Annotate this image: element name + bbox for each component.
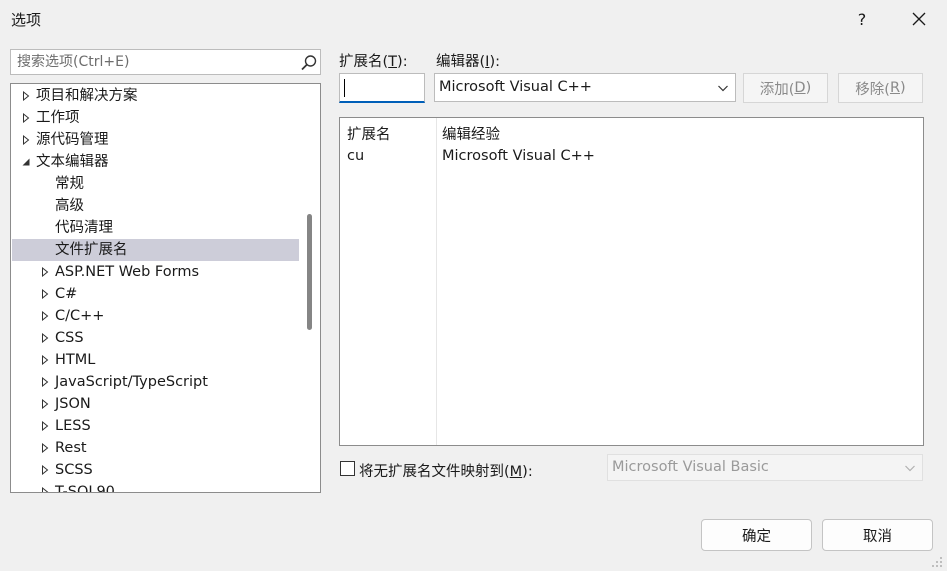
collapsed-triangle-icon[interactable] <box>38 459 52 481</box>
tree-item-label: 项目和解决方案 <box>36 88 138 104</box>
cancel-button[interactable]: 取消 <box>822 519 933 551</box>
tree-item-label: HTML <box>55 352 96 368</box>
collapsed-triangle-icon[interactable] <box>38 349 52 371</box>
tree-item[interactable]: 项目和解决方案 <box>12 85 299 107</box>
collapsed-triangle-icon[interactable] <box>19 129 33 151</box>
collapsed-triangle-icon[interactable] <box>38 327 52 349</box>
tree-item[interactable]: 文件扩展名 <box>12 239 299 261</box>
collapsed-triangle-icon[interactable] <box>19 85 33 107</box>
tree-item[interactable]: T-SQL90 <box>12 481 299 493</box>
expanded-triangle-icon[interactable] <box>19 151 33 173</box>
list-item-editor[interactable]: Microsoft Visual C++ <box>442 148 595 164</box>
tree-item-label: LESS <box>55 418 91 434</box>
map-extensionless-label[interactable]: 将无扩展名文件映射到(M): <box>359 460 533 481</box>
tree-item-label: 高级 <box>55 198 84 214</box>
tree-item[interactable]: JavaScript/TypeScript <box>12 371 299 393</box>
tree-item-label: JavaScript/TypeScript <box>55 374 208 390</box>
tree-item[interactable]: JSON <box>12 393 299 415</box>
extension-input[interactable] <box>339 73 425 103</box>
chevron-down-icon <box>905 465 915 472</box>
add-button[interactable]: 添加(D) <box>743 73 828 103</box>
editor-label: 编辑器(I): <box>436 54 500 70</box>
collapsed-triangle-icon[interactable] <box>38 261 52 283</box>
collapsed-triangle-icon[interactable] <box>38 481 52 492</box>
tree-item[interactable]: Rest <box>12 437 299 459</box>
collapsed-triangle-icon[interactable] <box>38 283 52 305</box>
column-divider <box>436 118 437 445</box>
tree-item-label: C# <box>55 286 78 302</box>
tree-item-label: 文件扩展名 <box>55 242 128 258</box>
window-title: 选项 <box>11 11 42 29</box>
text-caret <box>344 79 345 97</box>
list-item-extension[interactable]: cu <box>347 148 364 164</box>
tree-item[interactable]: 文本编辑器 <box>12 151 299 173</box>
tree-scrollbar-thumb[interactable] <box>307 214 312 330</box>
tree-item-label: 代码清理 <box>55 220 113 236</box>
close-button[interactable] <box>902 5 936 33</box>
tree-item-label: CSS <box>55 330 84 346</box>
collapsed-triangle-icon[interactable] <box>38 305 52 327</box>
resize-grip-icon[interactable] <box>930 555 944 569</box>
tree-item-label: C/C++ <box>55 308 105 324</box>
ok-button[interactable]: 确定 <box>701 519 812 551</box>
remove-button[interactable]: 移除(R) <box>838 73 923 103</box>
tree-item[interactable]: ASP.NET Web Forms <box>12 261 299 283</box>
collapsed-triangle-icon[interactable] <box>38 437 52 459</box>
collapsed-triangle-icon[interactable] <box>19 107 33 129</box>
collapsed-triangle-icon[interactable] <box>38 415 52 437</box>
tree-item[interactable]: 高级 <box>12 195 299 217</box>
editor-select[interactable]: Microsoft Visual C++ <box>434 73 736 102</box>
tree-item[interactable]: 源代码管理 <box>12 129 299 151</box>
extensionless-editor-value: Microsoft Visual Basic <box>612 459 769 475</box>
tree-item-label: Rest <box>55 440 87 456</box>
tree-item[interactable]: 工作项 <box>12 107 299 129</box>
tree-item-label: 源代码管理 <box>36 132 109 148</box>
search-icon[interactable] <box>300 54 318 72</box>
search-input[interactable] <box>11 50 291 74</box>
tree-item-label: 文本编辑器 <box>36 154 109 170</box>
title-bar: 选项 ? <box>0 0 947 38</box>
tree-item[interactable]: SCSS <box>12 459 299 481</box>
tree-item[interactable]: 常规 <box>12 173 299 195</box>
tree-item[interactable]: 代码清理 <box>12 217 299 239</box>
collapsed-triangle-icon[interactable] <box>38 371 52 393</box>
tree-item[interactable]: CSS <box>12 327 299 349</box>
tree-item-label: JSON <box>55 396 91 412</box>
extensionless-editor-select[interactable]: Microsoft Visual Basic <box>607 454 923 481</box>
options-tree[interactable]: T-SQL90 SCSS Rest LESS JSON JavaScript/TypeSc… <box>10 83 321 493</box>
extension-list[interactable]: 扩展名 编辑经验 cu Microsoft Visual C++ <box>339 117 924 446</box>
tree-item[interactable]: LESS <box>12 415 299 437</box>
help-button[interactable]: ? <box>846 5 878 33</box>
column-header-extension[interactable]: 扩展名 <box>347 123 391 144</box>
tree-item-label: SCSS <box>55 462 93 478</box>
extension-label: 扩展名(T): <box>339 54 408 70</box>
chevron-down-icon <box>718 85 728 92</box>
collapsed-triangle-icon[interactable] <box>38 393 52 415</box>
search-box <box>10 49 321 75</box>
tree-item[interactable]: HTML <box>12 349 299 371</box>
tree-item-label: 工作项 <box>36 110 80 126</box>
close-icon <box>912 12 926 26</box>
column-header-editor[interactable]: 编辑经验 <box>442 123 500 144</box>
tree-item-label: ASP.NET Web Forms <box>55 264 199 280</box>
tree-item[interactable]: C# <box>12 283 299 305</box>
tree-item-label: T-SQL90 <box>55 484 115 493</box>
tree-item[interactable]: C/C++ <box>12 305 299 327</box>
tree-item-label: 常规 <box>55 176 84 192</box>
map-extensionless-checkbox[interactable] <box>340 461 355 476</box>
editor-select-value: Microsoft Visual C++ <box>439 79 592 95</box>
